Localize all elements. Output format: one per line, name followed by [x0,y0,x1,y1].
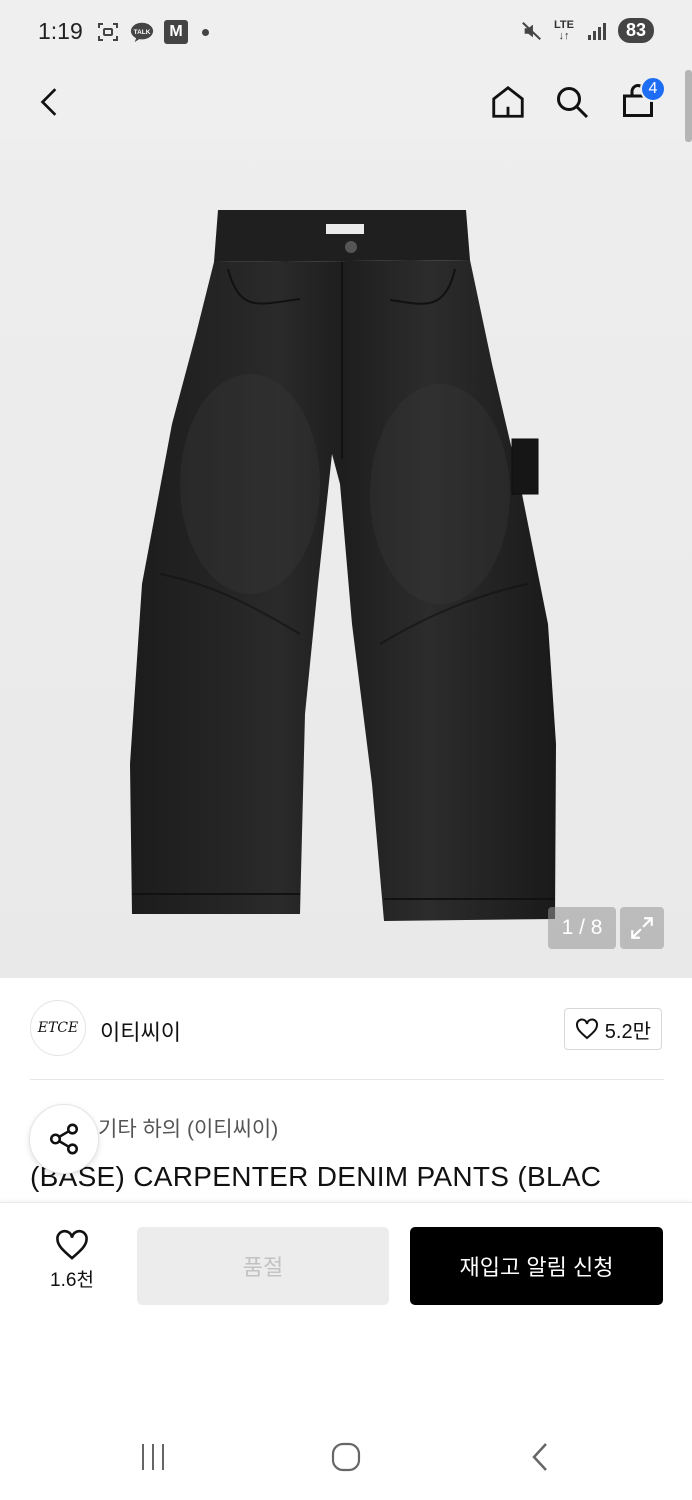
heart-outline-icon [56,1229,88,1260]
brand-row[interactable]: ETCE 이티씨이 5.2만 [0,978,692,1080]
status-left-icons: TALK M [96,20,209,44]
m-app-icon: M [164,20,188,44]
home-button[interactable] [486,80,530,124]
restock-alert-button[interactable]: 재입고 알림 신청 [410,1227,663,1305]
mute-icon [520,19,544,43]
expand-icon [631,917,653,939]
status-time: 1:19 [38,18,83,44]
signal-icon [584,19,608,43]
product-image-carousel[interactable]: 1 / 8 [0,64,692,978]
back-icon [40,88,57,116]
system-home-button[interactable] [321,1432,371,1482]
lte-indicator: LTE ↓↑ [554,18,574,42]
kakaotalk-icon: TALK [130,20,154,44]
search-button[interactable] [550,80,594,124]
cart-count-badge: 4 [640,76,666,102]
soldout-button: 품절 [137,1227,389,1305]
brand-name[interactable]: 이티씨이 [100,1015,181,1047]
recent-apps-button[interactable] [128,1432,178,1482]
recent-apps-icon [142,1444,164,1470]
brand-like-button[interactable]: 5.2만 [563,1008,662,1050]
purchase-action-bar: 1.6천 품절 재입고 알림 신청 [0,1202,692,1326]
status-bar: 1:19 TALK M LTE ↓↑ 83 [0,0,692,64]
back-chevron-icon [532,1443,547,1471]
share-button[interactable] [29,1104,99,1174]
cart-button[interactable]: 4 [616,76,666,124]
screenshot-icon [96,20,120,44]
product-title: (BASE) CARPENTER DENIM PANTS (BLAC [30,1161,602,1192]
talk-label: TALK [134,29,151,36]
wishlist-count: 1.6천 [50,1270,94,1291]
back-button[interactable] [28,80,72,124]
network-label: LTE [554,18,574,31]
page-scrollbar[interactable] [685,70,692,142]
notification-dot-icon [202,28,209,36]
battery-level: 83 [617,18,654,43]
heart-icon [575,1018,598,1040]
image-counter: 1 / 8 [548,907,616,949]
search-icon [557,87,589,119]
system-navigation-bar [0,1400,692,1500]
expand-image-button[interactable] [620,907,664,949]
top-navigation: 4 [0,64,692,140]
system-back-button[interactable] [515,1432,565,1482]
brand-logo[interactable]: ETCE [30,1000,86,1056]
wishlist-button[interactable]: 1.6천 [30,1229,114,1299]
divider [30,1079,664,1080]
status-right-icons: LTE ↓↑ 83 [520,18,654,43]
share-icon [49,1123,79,1155]
home-circle-icon [331,1442,361,1472]
home-icon [492,85,524,118]
jeans-image [130,210,556,921]
category-label[interactable]: 기타 하의 (이티씨이) [98,1118,278,1141]
brand-like-count: 5.2만 [604,1020,651,1043]
